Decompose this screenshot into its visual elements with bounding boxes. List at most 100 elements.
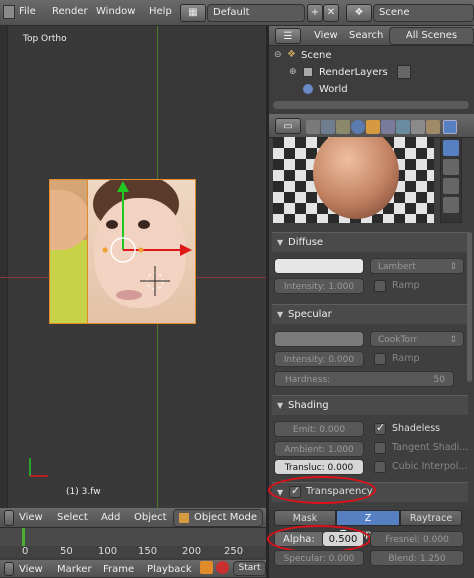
- 3d-view-menu-add[interactable]: Add: [101, 512, 120, 523]
- shadeless-label: Shadeless: [392, 423, 441, 434]
- object-label: (1) 3.fw: [66, 487, 101, 497]
- specular-color-swatch[interactable]: [274, 331, 364, 347]
- tab-raytrace-label: Raytrace: [409, 513, 453, 524]
- fresnel-label: Fresnel: 0.000: [385, 535, 449, 545]
- specular-intensity-label: Intensity: 0.000: [283, 355, 355, 365]
- transparency-tab-mask[interactable]: Mask: [274, 510, 336, 526]
- render-context-icon[interactable]: [306, 120, 320, 134]
- sync-icon[interactable]: [200, 561, 213, 574]
- outliner-renderlayers-label: RenderLayers: [319, 67, 388, 78]
- menu-help[interactable]: Help: [149, 6, 172, 17]
- add-screen-button[interactable]: +: [307, 4, 323, 22]
- specular-panel-header[interactable]: ▼ Specular: [272, 304, 468, 324]
- ambient-field[interactable]: Ambient: 1.000: [274, 441, 364, 457]
- specular-title: Specular: [288, 309, 332, 320]
- constraints-context-icon[interactable]: [381, 120, 395, 134]
- ambient-label: Ambient: 1.000: [284, 445, 354, 455]
- emit-field[interactable]: Emit: 0.000: [274, 421, 364, 437]
- transparency-specular-field[interactable]: Specular: 0.000: [274, 550, 364, 566]
- delete-screen-button[interactable]: ✕: [323, 4, 339, 22]
- outliner-editor-icon[interactable]: ☰: [275, 28, 301, 44]
- outliner-item-scene[interactable]: ⊖ ❖ Scene: [269, 48, 474, 64]
- dropdown-arrow-icon: ⇕: [449, 335, 457, 345]
- timeline-track: [0, 528, 266, 546]
- record-icon[interactable]: [216, 561, 229, 574]
- specular-shader-select[interactable]: CookTorr ⇕: [370, 331, 464, 347]
- specular-ramp-checkbox[interactable]: [374, 353, 386, 365]
- outliner-search-menu[interactable]: Search: [349, 30, 383, 41]
- cubic-interpolation-checkbox[interactable]: [374, 461, 386, 473]
- transparency-specular-label: Specular: 0.000: [283, 554, 355, 564]
- start-frame-field[interactable]: Start: [233, 561, 266, 576]
- menu-file[interactable]: File: [19, 6, 36, 17]
- expand-icon[interactable]: ⊕: [289, 67, 297, 77]
- outliner-item-world[interactable]: World: [269, 82, 474, 98]
- properties-editor-icon[interactable]: ▭: [275, 118, 301, 134]
- 3d-viewport[interactable]: Top Ortho (1) 3.fw: [0, 26, 266, 510]
- object-context-icon[interactable]: [366, 120, 380, 134]
- menu-window[interactable]: Window: [96, 6, 135, 17]
- hardness-field[interactable]: Hardness: 50: [274, 371, 454, 387]
- timeline-menu-frame[interactable]: Frame: [103, 564, 134, 575]
- shading-panel-header[interactable]: ▼ Shading: [272, 395, 468, 415]
- editor-type-icon[interactable]: [3, 5, 15, 19]
- 3d-view-menu-select[interactable]: Select: [57, 512, 88, 523]
- current-frame-indicator[interactable]: [22, 528, 25, 546]
- collapse-icon[interactable]: ⊖: [274, 50, 282, 60]
- fresnel-field[interactable]: Fresnel: 0.000: [370, 531, 464, 547]
- layers-context-icon[interactable]: [321, 120, 335, 134]
- data-context-icon[interactable]: [411, 120, 425, 134]
- diffuse-color-swatch[interactable]: [274, 258, 364, 274]
- 3d-view-menu-object[interactable]: Object: [134, 512, 167, 523]
- timeline-menu-playback[interactable]: Playback: [147, 564, 192, 575]
- outliner-display-mode[interactable]: All Scenes: [389, 27, 474, 45]
- outliner-view-menu[interactable]: View: [314, 30, 338, 41]
- camera-icon[interactable]: [397, 65, 411, 79]
- cubic-interpolation-label: Cubic Interpol...: [392, 461, 468, 472]
- timeline-menu-marker[interactable]: Marker: [57, 564, 92, 575]
- preview-sphere-button[interactable]: [443, 140, 459, 156]
- blend-field[interactable]: Blend: 1.250: [370, 550, 464, 566]
- transluc-field[interactable]: Transluc: 0.000: [274, 459, 364, 475]
- menu-render[interactable]: Render: [52, 6, 88, 17]
- diffuse-shader-select[interactable]: Lambert ⇕: [370, 258, 464, 274]
- outliner-world-label: World: [319, 84, 348, 95]
- outliner-item-renderlayers[interactable]: ⊕ RenderLayers: [269, 65, 474, 81]
- tangent-shading-checkbox[interactable]: [374, 442, 386, 454]
- timeline-menu-view[interactable]: View: [19, 564, 43, 575]
- screen-layout-icon[interactable]: ▦: [180, 4, 206, 22]
- timeline-editor-icon[interactable]: [4, 562, 14, 576]
- material-context-icon[interactable]: [443, 120, 457, 134]
- screen-layout-field[interactable]: Default: [207, 4, 305, 22]
- top-menu-bar: File Render Window Help ▦ Default + ✕ ❖ …: [0, 0, 474, 26]
- transparency-tab-ztransparency[interactable]: Z Transpare...: [336, 510, 400, 540]
- outliner-scrollbar[interactable]: [273, 101, 469, 109]
- specular-intensity-field[interactable]: Intensity: 0.000: [274, 351, 364, 367]
- shadeless-checkbox[interactable]: [374, 421, 386, 435]
- scene-tree-icon: ❖: [287, 49, 296, 60]
- properties-scrollbar[interactable]: [467, 232, 472, 382]
- scene-field[interactable]: Scene: [373, 4, 474, 22]
- material-preview: [273, 137, 434, 223]
- world-context-icon[interactable]: [351, 120, 365, 134]
- scene-icon[interactable]: ❖: [346, 4, 372, 22]
- transparency-tab-raytrace[interactable]: Raytrace: [400, 510, 462, 526]
- timeline-area[interactable]: 0 50 100 150 200 250: [0, 528, 266, 558]
- scene-context-icon[interactable]: [336, 120, 350, 134]
- texture-context-icon[interactable]: [426, 120, 440, 134]
- preview-monkey-button[interactable]: [443, 178, 459, 194]
- timeline-header: View Marker Frame Playback Start: [0, 560, 266, 578]
- 3d-view-menu-view[interactable]: View: [19, 512, 43, 523]
- diffuse-intensity-field[interactable]: Intensity: 1.000: [274, 278, 364, 294]
- hardness-label: Hardness:: [285, 375, 331, 385]
- collapse-triangle-icon: ▼: [277, 310, 284, 319]
- dropdown-arrow-icon: ⇕: [449, 262, 457, 272]
- diffuse-panel-header[interactable]: ▼ Diffuse: [272, 232, 468, 252]
- mode-select[interactable]: Object Mode: [173, 509, 263, 527]
- diffuse-ramp-checkbox[interactable]: [374, 280, 386, 292]
- modifier-context-icon[interactable]: [396, 120, 410, 134]
- 3d-cursor[interactable]: [140, 266, 170, 296]
- preview-hair-button[interactable]: [443, 197, 459, 213]
- preview-cube-button[interactable]: [443, 159, 459, 175]
- 3d-view-editor-icon[interactable]: [4, 510, 14, 526]
